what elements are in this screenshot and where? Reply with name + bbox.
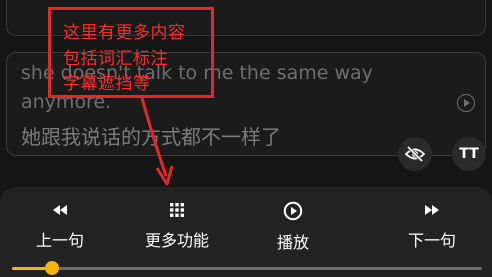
hide-subtitle-button[interactable] [398, 137, 432, 171]
grid-icon [170, 203, 184, 217]
play-label: 播放 [276, 233, 309, 252]
player-screen: 云。 she doesn't talk to me the same way a… [0, 0, 492, 277]
next-sentence-button[interactable]: 下一句 [387, 201, 477, 251]
play-circle-icon [283, 201, 303, 221]
play-button[interactable]: 播放 [248, 201, 338, 252]
more-features-label: 更多功能 [144, 231, 209, 250]
next-sentence-label: 下一句 [407, 231, 456, 250]
previous-sentence-button[interactable]: 上一句 [15, 201, 105, 251]
annotation-line-3: 字幕遮挡等 [63, 74, 151, 94]
rewind-icon [53, 205, 67, 215]
play-sentence-icon[interactable] [457, 94, 475, 112]
annotation-line-1: 这里有更多内容 [63, 23, 186, 43]
eye-off-icon [405, 146, 425, 162]
control-bar: 上一句 更多功能 播放 下一句 [0, 187, 492, 277]
progress-slider[interactable] [12, 261, 482, 275]
text-size-button[interactable]: TT [452, 137, 486, 171]
annotation-line-2: 包括词汇标注 [63, 49, 168, 69]
annotation-arrow [140, 97, 174, 186]
text-size-glyph: TT [459, 146, 479, 162]
more-features-button[interactable]: 更多功能 [132, 201, 222, 251]
text-size-icon: TT [459, 146, 478, 162]
progress-thumb[interactable] [45, 261, 60, 275]
fast-forward-icon [425, 205, 439, 215]
previous-sentence-label: 上一句 [35, 231, 84, 250]
annotation-box: 这里有更多内容 包括词汇标注 字幕遮挡等 [48, 7, 214, 98]
